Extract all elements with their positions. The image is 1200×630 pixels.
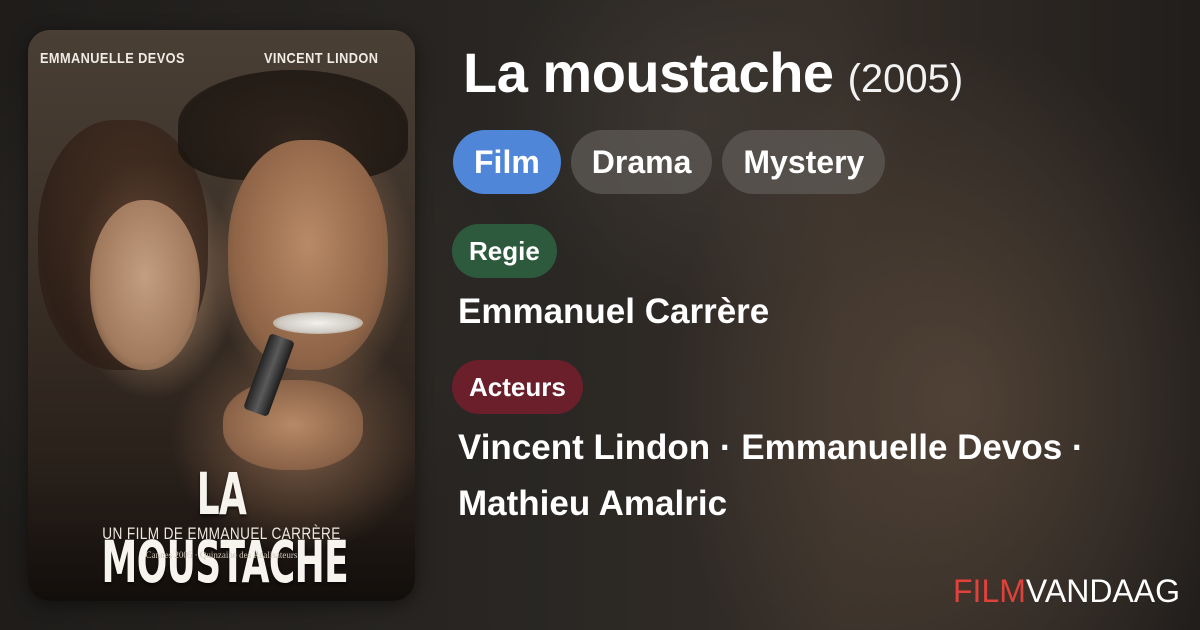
poster-woman-face [90, 200, 200, 370]
actors-list-line-1[interactable]: Vincent Lindon · Emmanuelle Devos · [458, 428, 1084, 468]
actors-label-badge: Acteurs [452, 360, 583, 414]
poster-festival: Cannes 2005 · Quinzaine des Réalisateurs [145, 550, 298, 560]
genre-pill-mystery[interactable]: Mystery [722, 130, 886, 194]
poster-actor-right: VINCENT LINDON [264, 50, 379, 67]
genre-pill-drama[interactable]: Drama [570, 130, 713, 194]
genre-pill-film[interactable]: Film [453, 130, 561, 194]
movie-poster[interactable]: EMMANUELLE DEVOS VINCENT LINDON LA MOUST… [28, 30, 415, 601]
director-name[interactable]: Emmanuel Carrère [458, 292, 769, 332]
movie-year: (2005) [847, 57, 964, 101]
actors-list-line-2[interactable]: Mathieu Amalric [458, 484, 727, 524]
director-label-badge: Regie [452, 224, 557, 278]
page-title: La moustache (2005) [463, 40, 963, 105]
poster-hand [223, 380, 363, 470]
movie-title: La moustache [463, 41, 834, 104]
logo-part-vandaag: VANDAAG [1025, 573, 1180, 609]
genre-pills: Film Drama Mystery [453, 130, 886, 194]
poster-shaving-foam [273, 312, 363, 334]
logo-part-film: FILM [953, 573, 1026, 609]
poster-subtitle: UN FILM DE EMMANUEL CARRÈRE [102, 524, 341, 543]
filmvandaag-logo[interactable]: FILMVANDAAG [953, 573, 1180, 610]
poster-man-face [228, 140, 388, 370]
poster-actor-left: EMMANUELLE DEVOS [40, 50, 185, 67]
